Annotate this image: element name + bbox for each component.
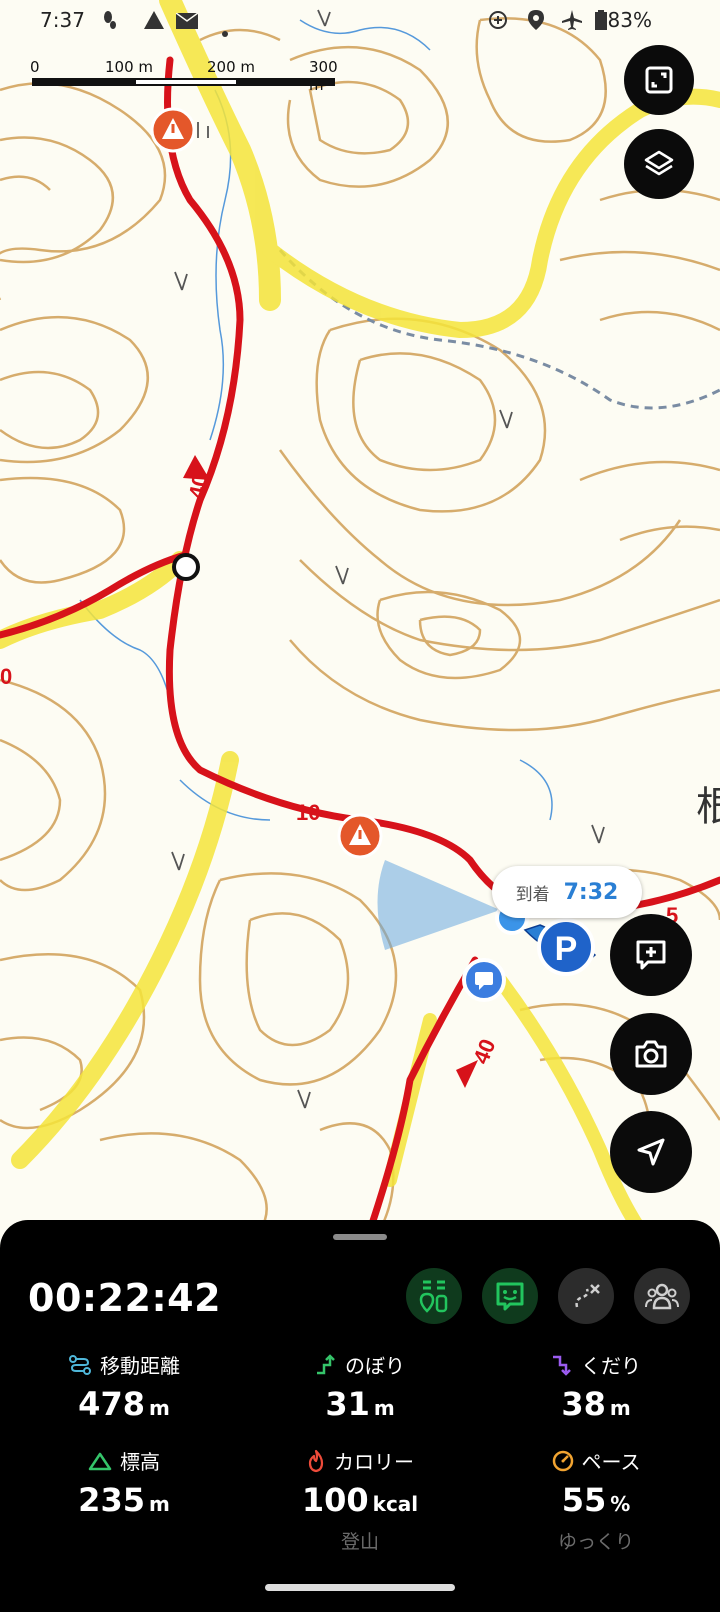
summit-icon bbox=[591, 824, 605, 844]
svg-text:P: P bbox=[555, 930, 578, 968]
stat-value: 38 bbox=[561, 1385, 606, 1423]
gauge-icon bbox=[552, 1450, 573, 1471]
battery-icon bbox=[595, 10, 607, 35]
camera-icon bbox=[635, 1040, 667, 1068]
airplane-icon bbox=[562, 10, 582, 35]
stat-label: のぼり bbox=[345, 1354, 405, 1378]
activity-panel: 00:22:42 移動距離 478 m のぼり 31 m くだり 38 m 標高… bbox=[0, 1220, 720, 1612]
stat-calories: カロリー 100 kcal 登山 bbox=[245, 1446, 475, 1554]
notification-dot-icon bbox=[222, 18, 228, 42]
stat-label: くだり bbox=[581, 1354, 641, 1378]
scale-label: 200 m bbox=[207, 58, 256, 76]
chat-icon bbox=[496, 1282, 524, 1311]
my-location-button[interactable] bbox=[610, 1111, 692, 1193]
arrival-label: 到着 bbox=[515, 884, 550, 905]
scale-label: 300 m bbox=[309, 58, 338, 94]
status-bar: 7:37 83% bbox=[0, 0, 720, 44]
status-time: 7:37 bbox=[40, 8, 85, 32]
stat-value: 235 bbox=[78, 1481, 145, 1519]
stat-label: ペース bbox=[581, 1450, 641, 1474]
distance-icon bbox=[69, 1354, 91, 1375]
stat-descent: くだり 38 m bbox=[481, 1350, 711, 1423]
layers-icon bbox=[644, 150, 674, 176]
route-label: 10 bbox=[296, 800, 320, 825]
ascent-icon bbox=[317, 1353, 335, 1374]
summit-icon bbox=[174, 271, 188, 291]
layers-button[interactable] bbox=[624, 129, 694, 199]
scale-label: 100 m bbox=[105, 58, 154, 76]
stat-value: 31 bbox=[325, 1385, 370, 1423]
summit-icon bbox=[171, 851, 185, 871]
route-off-icon bbox=[575, 1284, 600, 1308]
flame-icon bbox=[308, 1449, 324, 1472]
stat-label: カロリー bbox=[334, 1450, 414, 1474]
stat-unit: m bbox=[148, 1396, 170, 1420]
arrival-time: 7:32 bbox=[563, 879, 619, 905]
map-view[interactable]: 40 10 40 0 5 根 P 7:37 83% 0 100 m 200 m … bbox=[0, 0, 720, 1230]
mountain-icon bbox=[88, 1452, 112, 1470]
stat-unit: kcal bbox=[372, 1492, 419, 1516]
waypoint-toggle-button[interactable] bbox=[406, 1268, 462, 1324]
navigation-arrow-icon bbox=[637, 1138, 665, 1166]
stat-label: 標高 bbox=[120, 1450, 160, 1474]
expand-icon bbox=[645, 66, 673, 94]
building-icon bbox=[197, 122, 209, 138]
elapsed-timer: 00:22:42 bbox=[28, 1276, 222, 1320]
scale-bar: 0 100 m 200 m 300 m bbox=[30, 58, 350, 94]
stat-unit: m bbox=[609, 1396, 631, 1420]
parking-marker[interactable]: P bbox=[537, 918, 595, 976]
summit-icon bbox=[335, 565, 349, 585]
group-icon bbox=[645, 1283, 679, 1310]
stat-pace: ペース 55% ゆっくり bbox=[481, 1446, 711, 1554]
footprint-icon bbox=[102, 10, 118, 35]
data-saver-icon bbox=[488, 10, 508, 35]
drag-handle[interactable] bbox=[333, 1234, 387, 1240]
add-memo-button[interactable] bbox=[610, 914, 692, 996]
waypoint-icon bbox=[419, 1280, 448, 1313]
location-pin-icon bbox=[528, 10, 544, 35]
warning-triangle-icon[interactable] bbox=[150, 107, 196, 153]
stat-unit: % bbox=[610, 1492, 631, 1516]
home-indicator[interactable] bbox=[265, 1584, 455, 1591]
stat-label: 移動距離 bbox=[100, 1354, 180, 1378]
battery-percent: 83% bbox=[607, 8, 652, 32]
summit-icon bbox=[499, 409, 513, 429]
mail-icon bbox=[175, 10, 199, 34]
alert-triangle-icon bbox=[144, 10, 164, 34]
direction-arrow-icon bbox=[183, 455, 210, 480]
map-kanji-label: 根 bbox=[696, 784, 720, 829]
chat-marker-icon[interactable] bbox=[462, 958, 506, 1002]
stat-value: 100 bbox=[301, 1481, 369, 1519]
route-off-button[interactable] bbox=[558, 1268, 614, 1324]
add-comment-icon bbox=[636, 940, 666, 970]
scale-label: 0 bbox=[30, 58, 40, 76]
direction-arrow-icon bbox=[456, 1060, 478, 1088]
chat-toggle-button[interactable] bbox=[482, 1268, 538, 1324]
route-label: 0 bbox=[0, 664, 12, 689]
arrival-callout: 到着 7:32 bbox=[492, 866, 642, 918]
stat-elevation: 標高 235 m bbox=[9, 1446, 239, 1519]
stat-value: 478 bbox=[78, 1385, 145, 1423]
stat-value: 55 bbox=[561, 1481, 607, 1519]
descent-icon bbox=[553, 1355, 571, 1376]
waypoint-marker[interactable] bbox=[172, 553, 200, 581]
group-button[interactable] bbox=[634, 1268, 690, 1324]
summit-icon bbox=[297, 1089, 311, 1109]
warning-triangle-icon[interactable] bbox=[337, 813, 383, 859]
stat-unit: m bbox=[148, 1492, 170, 1516]
stat-sub: 登山 bbox=[340, 1531, 379, 1553]
stat-ascent: のぼり 31 m bbox=[245, 1350, 475, 1423]
fullscreen-button[interactable] bbox=[624, 45, 694, 115]
stat-sub: ゆっくり bbox=[557, 1531, 634, 1553]
stat-unit: m bbox=[373, 1396, 395, 1420]
stat-distance: 移動距離 478 m bbox=[9, 1350, 239, 1423]
camera-button[interactable] bbox=[610, 1013, 692, 1095]
